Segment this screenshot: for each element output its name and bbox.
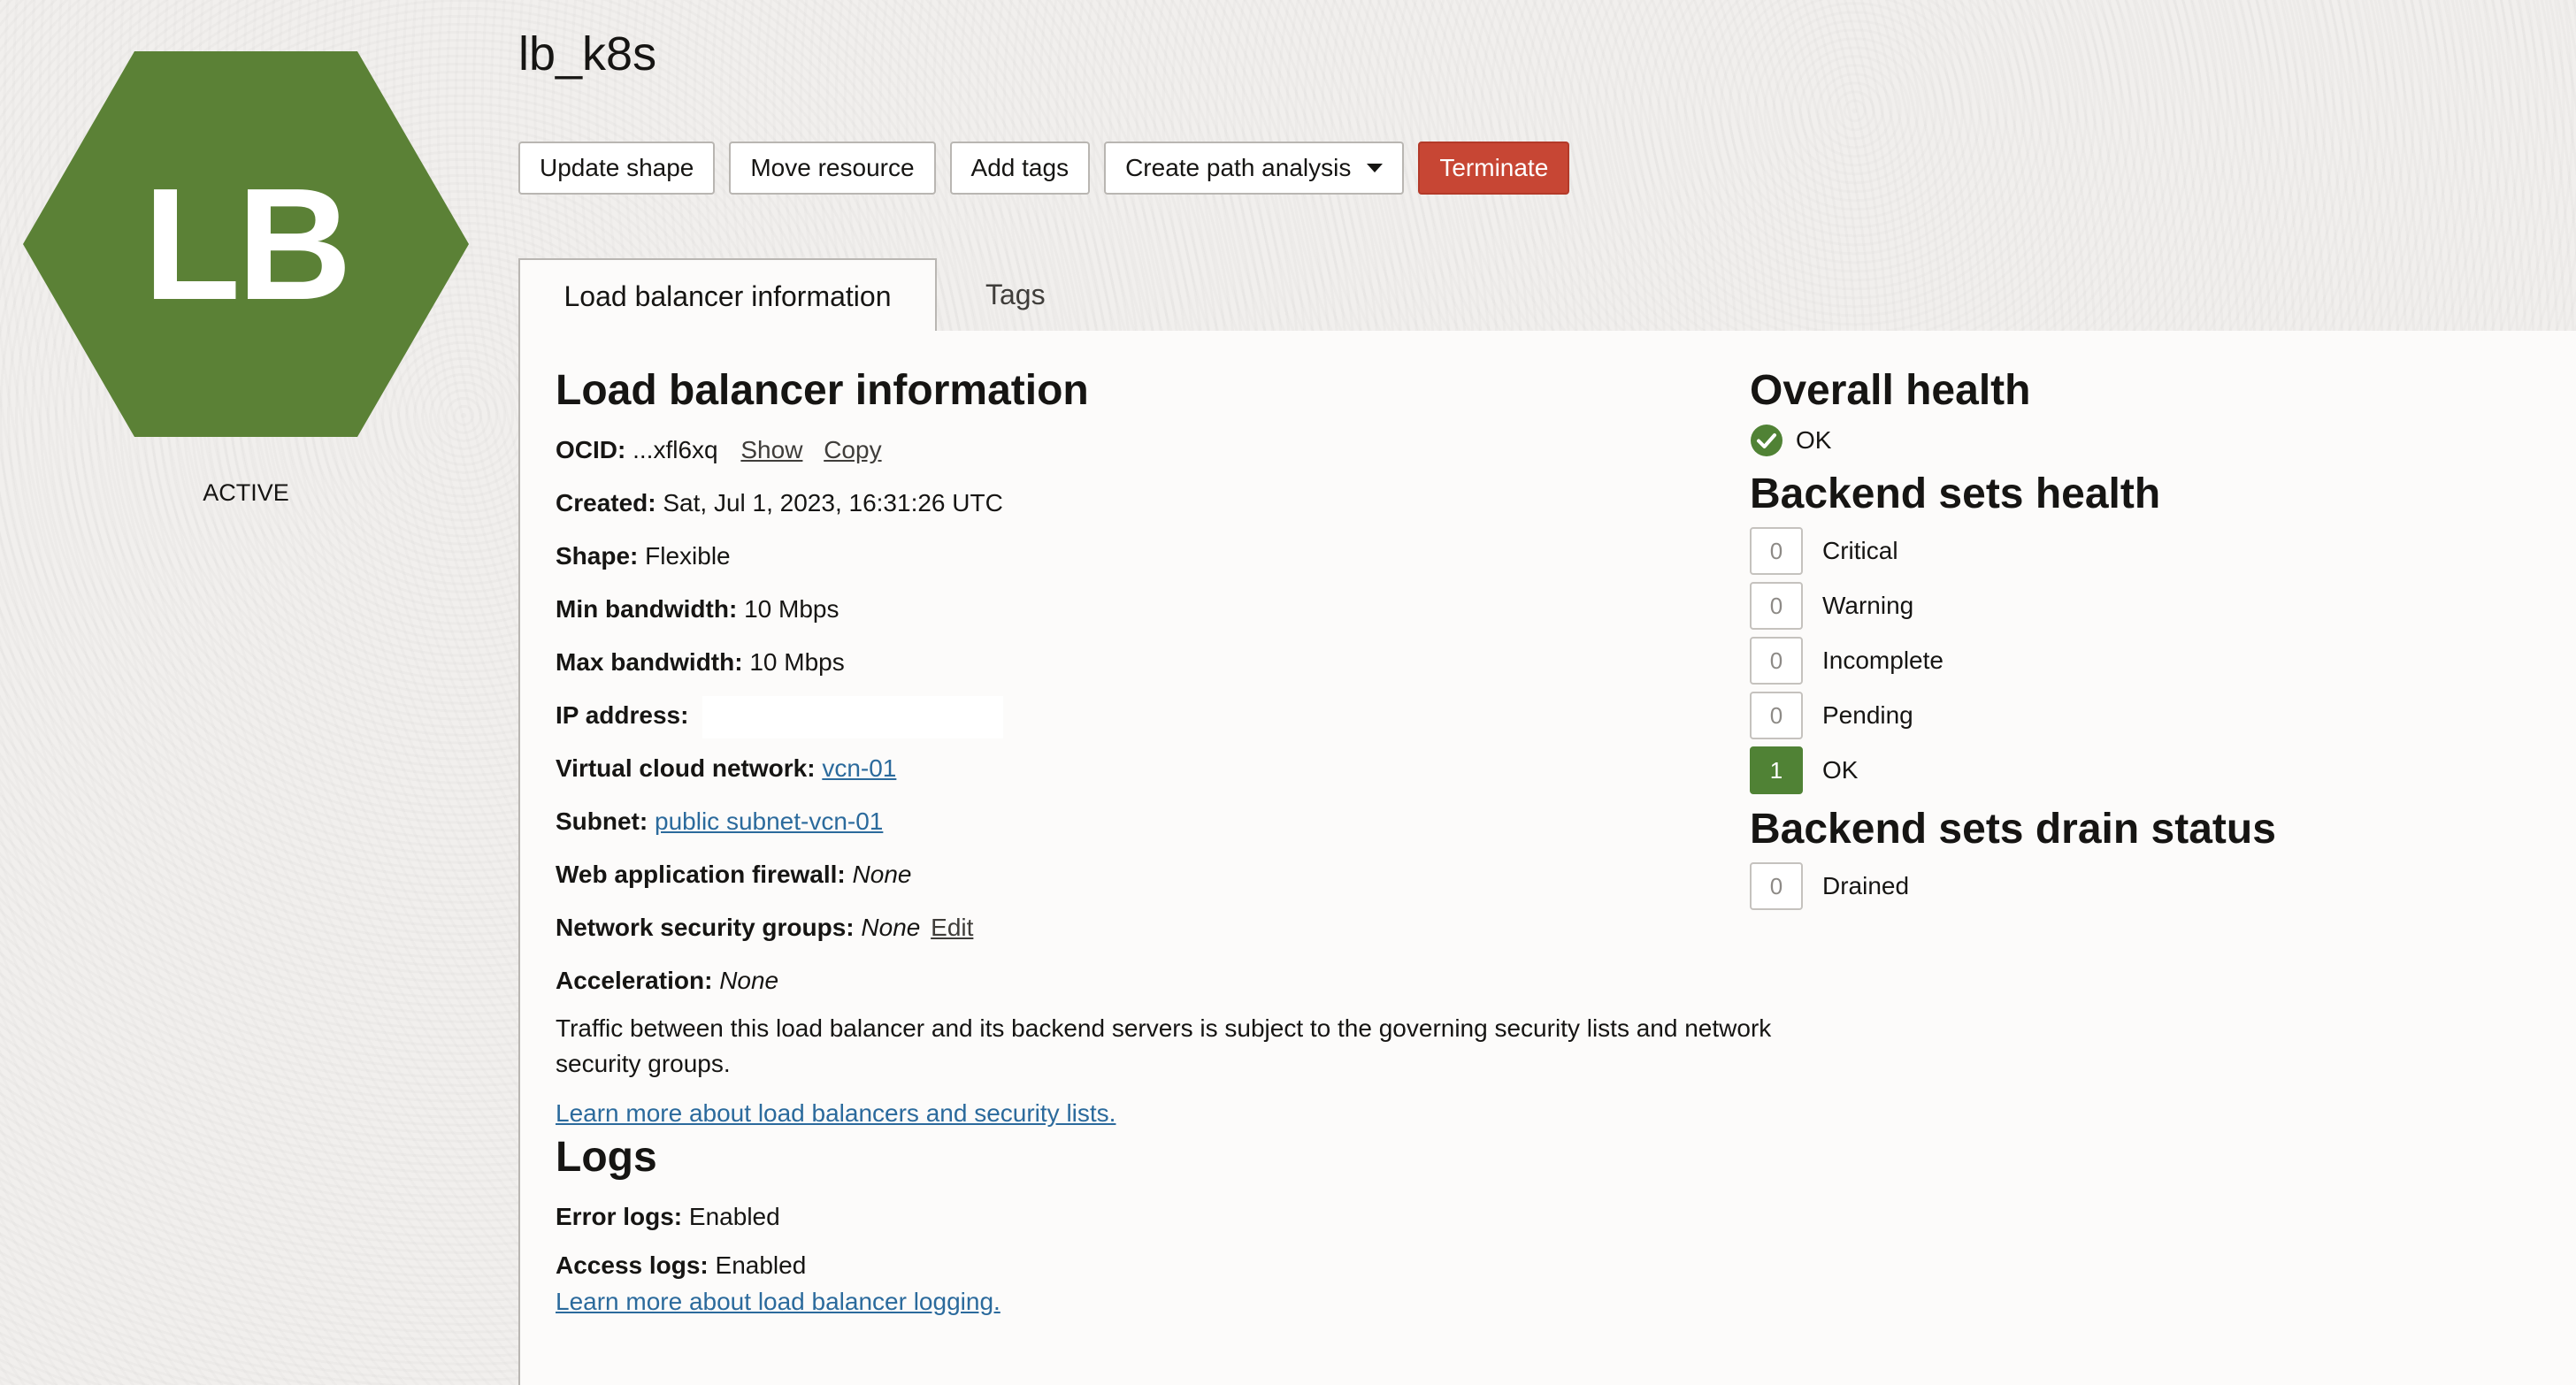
info-heading: Load balancer information	[556, 367, 1089, 414]
nsg-edit-link[interactable]: Edit	[931, 914, 973, 941]
resource-badge: LB	[23, 51, 469, 437]
acceleration-row: Acceleration: None	[556, 967, 779, 994]
badge-initials: LB	[143, 155, 352, 333]
count-badge: 1	[1750, 746, 1803, 794]
status-label: Critical	[1822, 537, 1898, 564]
details-panel: Load balancer information OCID: ...xfl6x…	[518, 331, 2576, 1385]
min-bandwidth-row: Min bandwidth: 10 Mbps	[556, 595, 840, 623]
drain-status-heading: Backend sets drain status	[1750, 806, 2276, 853]
waf-row: Web application firewall: None	[556, 861, 912, 888]
ip-address-redacted	[702, 695, 1004, 738]
overall-health-heading: Overall health	[1750, 367, 2031, 414]
created-row: Created: Sat, Jul 1, 2023, 16:31:26 UTC	[556, 489, 1003, 517]
drain-status-drained[interactable]: 0 Drained	[1750, 859, 2546, 914]
lifecycle-state: ACTIVE	[203, 479, 289, 506]
create-path-analysis-label: Create path analysis	[1125, 154, 1352, 181]
backend-health-warning[interactable]: 0 Warning	[1750, 578, 2546, 633]
count-badge: 0	[1750, 527, 1803, 575]
count-badge: 0	[1750, 692, 1803, 739]
overall-health-status: OK	[1750, 424, 2546, 457]
status-label: Pending	[1822, 701, 1913, 729]
shape-row: Shape: Flexible	[556, 542, 731, 570]
vcn-link[interactable]: vcn-01	[822, 754, 896, 782]
backend-health-ok[interactable]: 1 OK	[1750, 743, 2546, 798]
page-title: lb_k8s	[518, 27, 657, 80]
terminate-button[interactable]: Terminate	[1418, 142, 1570, 195]
add-tags-button[interactable]: Add tags	[949, 142, 1091, 195]
backend-health-pending[interactable]: 0 Pending	[1750, 688, 2546, 743]
min-bandwidth-value: 10 Mbps	[744, 595, 840, 623]
nsg-value: None	[861, 914, 921, 941]
status-label: Incomplete	[1822, 647, 1944, 674]
move-resource-button[interactable]: Move resource	[729, 142, 936, 195]
count-badge: 0	[1750, 862, 1803, 910]
created-value: Sat, Jul 1, 2023, 16:31:26 UTC	[663, 489, 1003, 517]
max-bandwidth-row: Max bandwidth: 10 Mbps	[556, 648, 845, 676]
acceleration-value: None	[719, 967, 779, 994]
tab-tags[interactable]: Tags	[971, 258, 1060, 331]
subnet-row: Subnet: public subnet-vcn-01	[556, 807, 884, 835]
vcn-row: Virtual cloud network: vcn-01	[556, 754, 897, 782]
error-logs-value: Enabled	[688, 1203, 780, 1230]
subnet-link[interactable]: public subnet-vcn-01	[655, 807, 883, 835]
caret-down-icon	[1367, 164, 1384, 172]
error-logs-row: Error logs: Enabled	[556, 1203, 780, 1230]
update-shape-button[interactable]: Update shape	[518, 142, 716, 195]
status-label: Drained	[1822, 872, 1910, 899]
ocid-show-link[interactable]: Show	[740, 436, 802, 463]
access-logs-row: Access logs: Enabled	[556, 1251, 807, 1279]
tab-bar: Load balancer information Tags	[518, 258, 2576, 333]
waf-value: None	[852, 861, 912, 888]
check-circle-icon	[1751, 425, 1782, 456]
nsg-row: Network security groups: None Edit	[556, 914, 974, 941]
backend-health-critical[interactable]: 0 Critical	[1750, 524, 2546, 578]
learn-more-logging-link[interactable]: Learn more about load balancer logging.	[556, 1288, 1000, 1315]
count-badge: 0	[1750, 582, 1803, 630]
health-column: Overall health OK Backend sets health 0 …	[1750, 366, 2546, 914]
ocid-row: OCID: ...xfl6xq Show Copy	[556, 436, 882, 463]
ocid-copy-link[interactable]: Copy	[824, 436, 881, 463]
shape-value: Flexible	[645, 542, 731, 570]
count-badge: 0	[1750, 637, 1803, 685]
status-label: Warning	[1822, 592, 1914, 619]
security-note: Traffic between this load balancer and i…	[556, 1014, 1772, 1077]
access-logs-value: Enabled	[715, 1251, 807, 1279]
info-column: Load balancer information OCID: ...xfl6x…	[556, 366, 1776, 1316]
tab-label: Load balancer information	[564, 279, 892, 312]
backend-health-incomplete[interactable]: 0 Incomplete	[1750, 633, 2546, 688]
status-label: OK	[1822, 756, 1859, 784]
tab-load-balancer-information[interactable]: Load balancer information	[518, 258, 937, 333]
create-path-analysis-button[interactable]: Create path analysis	[1104, 142, 1405, 195]
overall-health-value: OK	[1796, 426, 1832, 454]
learn-more-security-link[interactable]: Learn more about load balancers and secu…	[556, 1099, 1116, 1128]
ocid-value: ...xfl6xq	[632, 436, 718, 463]
action-toolbar: Update shape Move resource Add tags Crea…	[518, 142, 1570, 195]
ip-address-row: IP address:	[556, 689, 1776, 742]
backend-sets-health-heading: Backend sets health	[1750, 471, 2161, 517]
tab-label: Tags	[985, 278, 1046, 310]
max-bandwidth-value: 10 Mbps	[749, 648, 845, 676]
logs-heading: Logs	[556, 1134, 657, 1181]
